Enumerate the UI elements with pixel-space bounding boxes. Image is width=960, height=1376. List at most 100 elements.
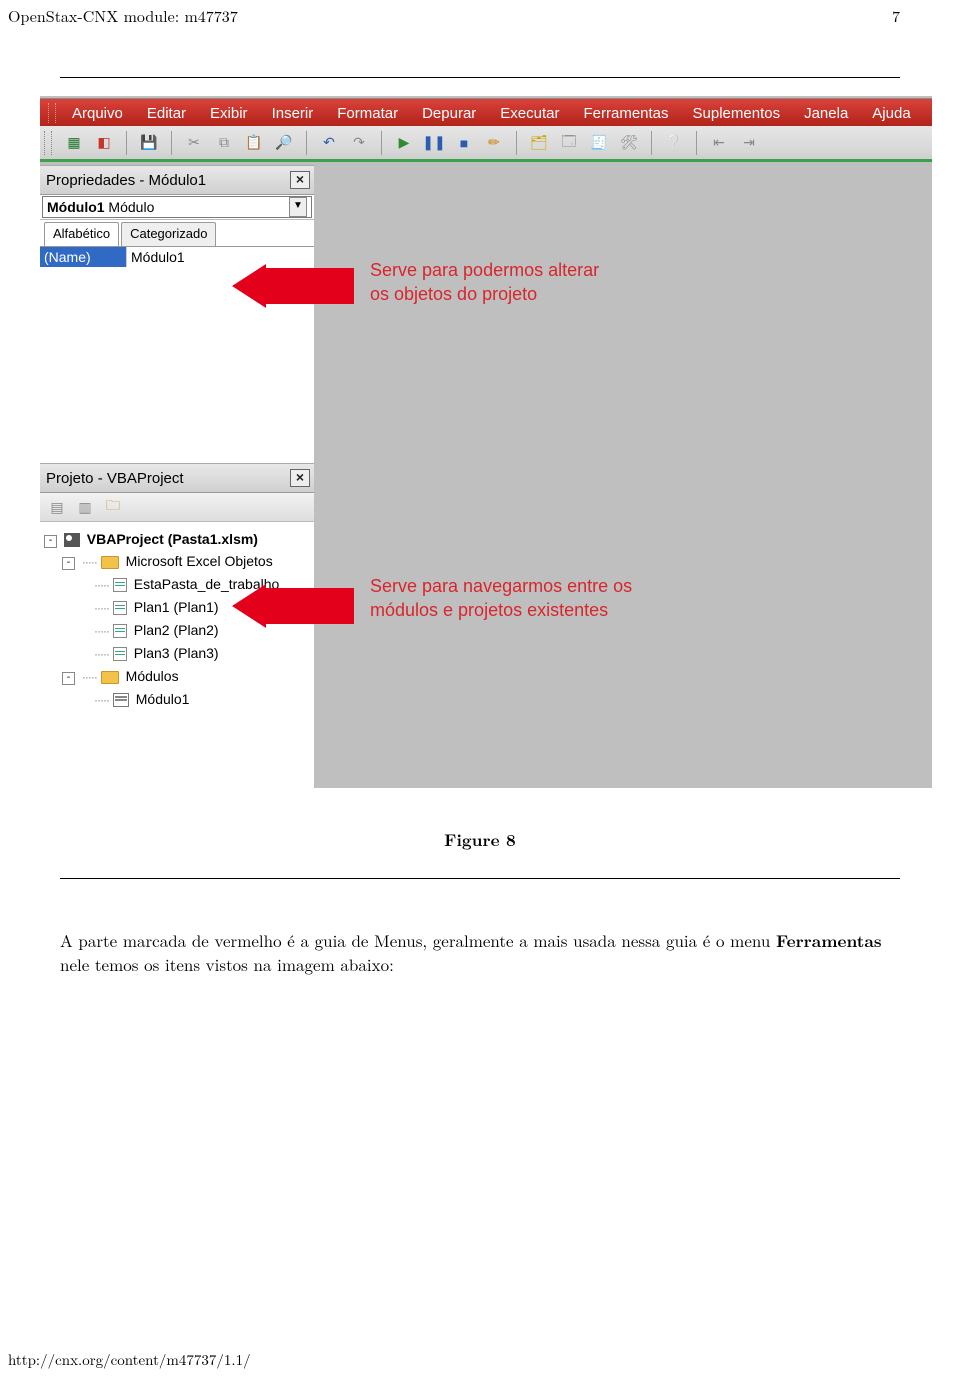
tree-connector <box>82 553 97 569</box>
chevron-down-icon[interactable]: ▼ <box>289 197 307 217</box>
menu-arquivo[interactable]: Arquivo <box>60 105 135 122</box>
close-icon[interactable]: × <box>290 469 310 487</box>
copy-icon[interactable]: ⧉ <box>212 131 236 155</box>
object-browser-icon[interactable]: 🧾 <box>587 131 611 155</box>
menu-inserir[interactable]: Inserir <box>260 105 326 122</box>
sheet-icon <box>113 624 127 638</box>
tree-sheet[interactable]: Plan3 (Plan3) <box>44 642 310 665</box>
stop-icon[interactable]: ■ <box>452 131 476 155</box>
collapse-icon[interactable]: - <box>44 535 57 548</box>
run-icon[interactable]: ▶ <box>392 131 416 155</box>
goto-excel-icon[interactable]: ▦ <box>62 131 86 155</box>
menu-suplementos[interactable]: Suplementos <box>681 105 793 122</box>
tree-modules-folder[interactable]: - Módulos <box>44 665 310 688</box>
body-text-1: A parte marcada de vermelho é a guia de … <box>60 928 776 952</box>
toggle-folders-icon[interactable]: 🗀 <box>102 496 124 518</box>
header-page-number: 7 <box>892 4 900 27</box>
tree-item-label: Plan3 (Plan3) <box>134 645 219 661</box>
vbaproject-icon <box>64 533 80 547</box>
tab-categorizado[interactable]: Categorizado <box>121 222 216 247</box>
redo-icon[interactable]: ↷ <box>347 131 371 155</box>
project-tree: - VBAProject (Pasta1.xlsm) - Microsoft E… <box>40 522 314 788</box>
menu-ferramentas[interactable]: Ferramentas <box>572 105 681 122</box>
design-mode-icon[interactable]: ✏ <box>482 131 506 155</box>
outdent-icon[interactable]: ⇤ <box>707 131 731 155</box>
paste-icon[interactable]: 📋 <box>242 131 266 155</box>
tree-module1[interactable]: Módulo1 <box>44 688 310 711</box>
properties-panel: Propriedades - Módulo1 × Módulo1 Módulo … <box>40 165 314 463</box>
properties-tabs: Alfabético Categorizado <box>40 220 314 246</box>
tab-alfabetico[interactable]: Alfabético <box>44 222 119 247</box>
tree-folder-label: Módulos <box>126 668 179 684</box>
indent-icon[interactable]: ⇥ <box>737 131 761 155</box>
tree-connector <box>94 645 109 661</box>
collapse-icon[interactable]: - <box>62 672 75 685</box>
object-selector-text: Módulo1 Módulo <box>47 199 154 215</box>
menu-editar[interactable]: Editar <box>135 105 198 122</box>
toolbar-sep <box>381 131 382 155</box>
menu-ajuda[interactable]: Ajuda <box>860 105 922 122</box>
toolbar-sep <box>126 131 127 155</box>
toolbar-sep <box>306 131 307 155</box>
menubar-gripper <box>48 103 56 123</box>
properties-icon[interactable]: 🗔 <box>557 131 581 155</box>
view-code-icon[interactable]: ▤ <box>46 496 68 518</box>
left-panel-column: Propriedades - Módulo1 × Módulo1 Módulo … <box>40 165 315 788</box>
tree-item-label: Plan2 (Plan2) <box>134 622 219 638</box>
collapse-icon[interactable]: - <box>62 557 75 570</box>
properties-title: Propriedades - Módulo1 <box>46 172 206 189</box>
view-object-icon[interactable]: ▥ <box>74 496 96 518</box>
tree-connector <box>94 576 109 592</box>
menu-janela[interactable]: Janela <box>792 105 860 122</box>
annotation-2-line2: módulos e projetos existentes <box>370 598 632 622</box>
tree-excel-objs[interactable]: - Microsoft Excel Objetos <box>44 550 310 573</box>
annotation-2: Serve para navegarmos entre os módulos e… <box>370 574 632 622</box>
project-panel: Projeto - VBAProject × ▤ ▥ 🗀 - VBAProjec… <box>40 463 314 788</box>
module-icon <box>113 693 129 707</box>
folder-icon <box>101 556 119 569</box>
tree-root[interactable]: - VBAProject (Pasta1.xlsm) <box>44 528 310 550</box>
save-icon[interactable]: 💾 <box>137 131 161 155</box>
pause-icon[interactable]: ❚❚ <box>422 131 446 155</box>
tree-connector <box>94 691 109 707</box>
tree-item-label: Plan1 (Plan1) <box>134 599 219 615</box>
annotation-1-line2: os objetos do projeto <box>370 282 599 306</box>
close-icon[interactable]: × <box>290 171 310 189</box>
header-module: OpenStax-CNX module: m47737 <box>8 4 238 27</box>
tree-root-label: VBAProject (Pasta1.xlsm) <box>87 531 258 547</box>
body-text-bold: Ferra­mentas <box>776 929 882 953</box>
vba-toolbar: ▦ ◧ 💾 ✂ ⧉ 📋 🔎 ↶ ↷ ▶ ❚❚ ■ ✏ 🗂 🗔 🧾 🛠 ❔ <box>40 126 932 162</box>
insert-module-icon[interactable]: ◧ <box>92 131 116 155</box>
property-row-name[interactable]: (Name) Módulo1 <box>40 247 314 267</box>
workbook-icon <box>113 578 127 592</box>
sheet-icon <box>113 647 127 661</box>
toolbox-icon[interactable]: 🛠 <box>617 131 641 155</box>
cut-icon[interactable]: ✂ <box>182 131 206 155</box>
annotation-1: Serve para podermos alterar os objetos d… <box>370 258 599 306</box>
help-icon[interactable]: ❔ <box>662 131 686 155</box>
tree-connector <box>94 599 109 615</box>
menu-executar[interactable]: Executar <box>488 105 571 122</box>
annotation-1-line1: Serve para podermos alterar <box>370 258 599 282</box>
menu-formatar[interactable]: Formatar <box>325 105 410 122</box>
figure-caption: Figure 8 <box>0 828 960 852</box>
project-titlebar: Projeto - VBAProject × <box>40 463 314 493</box>
undo-icon[interactable]: ↶ <box>317 131 341 155</box>
menu-exibir[interactable]: Exibir <box>198 105 260 122</box>
project-explorer-icon[interactable]: 🗂 <box>527 131 551 155</box>
toolbar-gripper <box>44 131 52 155</box>
tree-connector <box>94 622 109 638</box>
toolbar-sep <box>696 131 697 155</box>
object-selector[interactable]: Módulo1 Módulo ▼ <box>42 196 312 218</box>
sheet-icon <box>113 601 127 615</box>
footer-url: http://cnx.org/content/m47737/1.1/ <box>8 1349 251 1370</box>
menu-depurar[interactable]: Depurar <box>410 105 488 122</box>
find-icon[interactable]: 🔎 <box>272 131 296 155</box>
body-paragraph: A parte marcada de vermelho é a guia de … <box>60 929 900 976</box>
tree-connector <box>82 668 97 684</box>
document-header: OpenStax-CNX module: m47737 7 <box>0 0 960 27</box>
figure-rule-bottom <box>60 878 900 879</box>
toolbar-sep <box>651 131 652 155</box>
figure-rule-top <box>60 77 900 78</box>
vba-menubar: Arquivo Editar Exibir Inserir Formatar D… <box>40 98 932 127</box>
